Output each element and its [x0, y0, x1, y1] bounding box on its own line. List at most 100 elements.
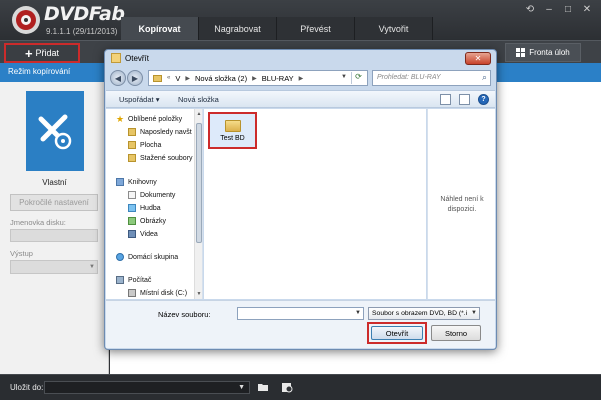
nav-item-videos[interactable]: Videa — [128, 230, 158, 238]
star-icon: ★ — [116, 114, 125, 124]
chevron-down-icon[interactable]: ▼ — [355, 310, 361, 316]
plus-icon: + — [24, 45, 33, 61]
output-select[interactable]: ▼ — [10, 260, 98, 274]
breadcrumb-item[interactable]: Nová složka (2) — [195, 74, 247, 83]
search-placeholder: Prohledat: BLU-RAY — [377, 74, 441, 81]
refresh-icon[interactable]: ⟳ — [351, 72, 365, 84]
chevron-right-icon: ▶ — [185, 75, 190, 82]
nav-item-label: Místní disk (C:) — [140, 289, 188, 297]
dialog-close-button[interactable]: ✕ — [465, 52, 491, 65]
open-button-highlight: Otevřít — [367, 322, 427, 344]
document-icon — [128, 191, 136, 199]
nav-item-recent[interactable]: Naposledy navšt — [128, 128, 192, 136]
nav-item-label: Stažené soubory — [140, 154, 193, 162]
dialog-app-icon — [111, 53, 121, 63]
scroll-down-icon[interactable]: ▼ — [195, 291, 203, 297]
copy-mode-label[interactable]: Režim kopírování — [8, 67, 70, 76]
nav-item-local-disk[interactable]: Místní disk (C:) — [128, 289, 187, 297]
dvdfab-logo-icon — [12, 6, 40, 34]
chevron-down-icon: ▼ — [89, 264, 95, 270]
tab-nagrabovat[interactable]: Nagrabovat — [199, 17, 277, 40]
tab-kopirovat[interactable]: Kopírovat — [121, 17, 199, 40]
dialog-title-bar: Otevřít — [111, 53, 149, 63]
nav-item-label: Dokumenty — [140, 191, 176, 199]
navigation-scrollbar[interactable]: ▲ ▼ — [194, 109, 202, 299]
breadcrumb-item[interactable]: V — [175, 74, 180, 83]
app-brand: DVDFab — [44, 3, 125, 25]
organize-label: Uspořádat — [119, 95, 154, 104]
tab-vytvorit[interactable]: Vytvořit — [355, 17, 433, 40]
custom-mode-tile[interactable] — [26, 91, 84, 171]
add-button[interactable]: + Přidat — [4, 43, 80, 63]
search-input[interactable]: Prohledat: BLU-RAY ⌕ — [372, 70, 491, 86]
left-panel: Vlastní Pokročilé nastavení Jmenovka dis… — [0, 82, 109, 374]
video-icon — [128, 230, 136, 238]
main-tabs: Kopírovat Nagrabovat Převést Vytvořit — [121, 17, 433, 40]
volume-label-input[interactable] — [10, 229, 98, 242]
library-icon — [116, 178, 124, 186]
cancel-button[interactable]: Storno — [431, 325, 481, 341]
nav-item-desktop[interactable]: Plocha — [128, 141, 161, 149]
save-to-path-select[interactable]: ▼ — [44, 381, 250, 394]
chevron-right-icon: ▶ — [252, 75, 257, 82]
filename-label: Název souboru: — [158, 310, 211, 319]
folder-icon — [224, 119, 241, 132]
nav-item-music[interactable]: Hudba — [128, 204, 161, 212]
nav-item-libraries[interactable]: Knihovny — [116, 178, 157, 186]
disk-icon — [128, 289, 136, 297]
view-options-icon[interactable] — [440, 94, 451, 105]
advanced-settings-button[interactable]: Pokročilé nastavení — [10, 194, 98, 211]
nav-item-homegroup[interactable]: Domácí skupina — [116, 253, 178, 261]
organize-menu[interactable]: Uspořádat ▾ — [119, 95, 159, 104]
address-bar[interactable]: « V ▶ Nová složka (2) ▶ BLU-RAY ▶ ▼ ⟳ — [148, 70, 368, 86]
scroll-up-icon[interactable]: ▲ — [195, 111, 203, 117]
app-header: DVDFab 9.1.1.1 (29/11/2013) Kopírovat Na… — [0, 0, 601, 40]
breadcrumb-overflow-icon[interactable]: « — [167, 75, 170, 81]
iso-disc-icon[interactable] — [281, 381, 293, 393]
nav-item-favorites[interactable]: ★ Oblíbené položky — [116, 114, 182, 124]
nav-item-label: Knihovny — [128, 178, 157, 186]
nav-item-label: Naposledy navšt — [140, 128, 192, 136]
dialog-command-bar: Uspořádat ▾ Nová složka ? — [106, 90, 495, 108]
list-icon — [516, 48, 526, 57]
filename-input[interactable]: ▼ — [237, 307, 364, 320]
chevron-right-icon: ▶ — [298, 75, 304, 82]
music-icon — [128, 204, 136, 212]
forward-arrow-icon[interactable]: ▶ — [127, 70, 143, 86]
nav-item-label: Hudba — [140, 204, 161, 212]
search-icon: ⌕ — [481, 72, 487, 82]
nav-item-pictures[interactable]: Obrázky — [128, 217, 166, 225]
app-version: 9.1.1.1 (29/11/2013) — [46, 27, 118, 36]
add-button-label: Přidat — [35, 48, 60, 58]
preview-pane-icon[interactable] — [459, 94, 470, 105]
task-queue-label: Fronta úloh — [529, 48, 570, 57]
tab-prevest[interactable]: Převést — [277, 17, 355, 40]
file-item-test-bd[interactable]: Test BD — [208, 112, 257, 149]
dialog-title: Otevřít — [125, 53, 150, 63]
breadcrumb-item[interactable]: BLU-RAY — [262, 74, 294, 83]
open-button[interactable]: Otevřít — [371, 326, 423, 340]
open-file-dialog: Otevřít ✕ ◀ ▶ « V ▶ Nová složka (2) ▶ BL… — [104, 49, 497, 350]
dialog-navigation-row: ◀ ▶ « V ▶ Nová složka (2) ▶ BLU-RAY ▶ ▼ … — [110, 69, 492, 88]
browse-folder-icon[interactable] — [257, 381, 269, 393]
file-type-select[interactable]: Soubor s obrazem DVD, BD (*.i ▼ — [368, 307, 480, 320]
homegroup-icon — [116, 253, 124, 261]
nav-item-label: Plocha — [140, 141, 162, 149]
nav-item-downloads[interactable]: Stažené soubory — [128, 154, 193, 162]
chevron-down-icon[interactable]: ▼ — [341, 74, 347, 80]
help-icon[interactable]: ? — [478, 94, 489, 105]
output-label: Výstup — [10, 249, 33, 258]
scroll-thumb[interactable] — [196, 123, 202, 243]
nav-item-documents[interactable]: Dokumenty — [128, 191, 175, 199]
maximize-icon[interactable]: □ — [562, 4, 574, 15]
file-list-area: Test BD — [204, 109, 426, 299]
save-to-label: Uložit do: — [10, 383, 44, 392]
preview-unavailable-text: Náhled není k dispozici. — [440, 196, 484, 213]
minimize-icon[interactable]: – — [543, 4, 555, 15]
new-folder-button[interactable]: Nová složka — [178, 95, 219, 104]
back-arrow-icon[interactable]: ◀ — [110, 70, 126, 86]
restore-icon[interactable]: ⟲ — [524, 4, 536, 15]
task-queue-button[interactable]: Fronta úloh — [505, 43, 581, 62]
nav-item-computer[interactable]: Počítač — [116, 276, 151, 284]
close-icon[interactable]: ✕ — [581, 4, 593, 15]
